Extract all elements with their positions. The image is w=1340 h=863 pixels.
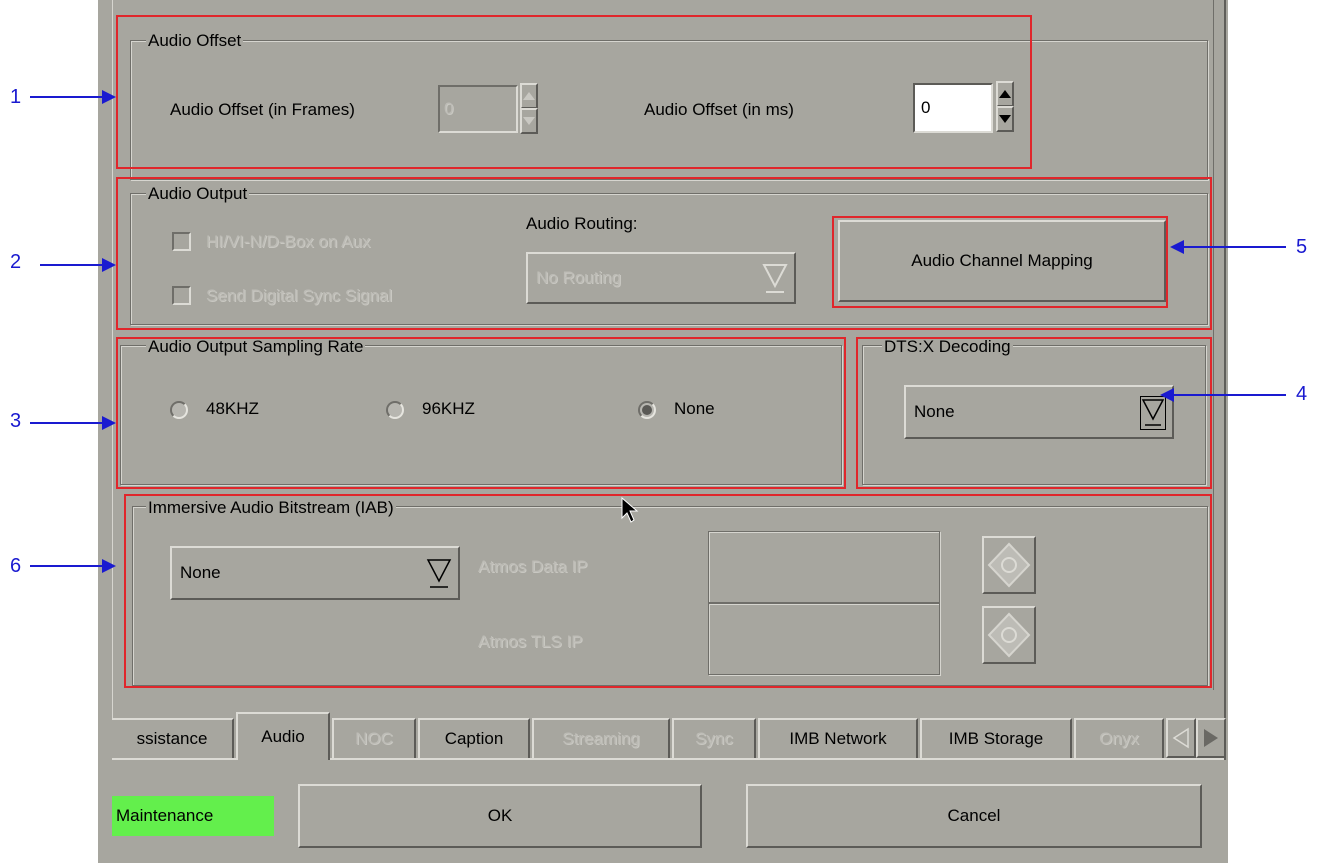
tab-scroll-left-button[interactable] [1166,718,1196,758]
tab-imb-network[interactable]: IMB Network [758,718,918,758]
tab-imb-storage[interactable]: IMB Storage [920,718,1072,758]
tab-scroll-right-button[interactable] [1196,718,1226,758]
tab-noc: NOC [332,718,416,758]
highlight-box-4 [856,337,1212,489]
arrow-right-icon [1204,729,1218,747]
callout-arrow-1 [30,96,106,98]
panel-edge [1224,0,1226,760]
arrow-left-icon [1160,388,1174,402]
arrow-right-icon [102,559,116,573]
callout-5: 5 [1296,236,1308,258]
callout-2: 2 [10,251,22,273]
ok-button[interactable]: OK [298,784,702,848]
callout-3: 3 [10,410,22,432]
arrow-left-icon [1170,240,1184,254]
callout-arrow-3 [30,422,106,424]
callout-1: 1 [10,86,22,108]
cancel-button[interactable]: Cancel [746,784,1202,848]
highlight-box-1 [116,15,1032,169]
tab-streaming: Streaming [532,718,670,758]
tab-sync: Sync [672,718,756,758]
panel-edge [1213,0,1214,690]
callout-4: 4 [1296,383,1308,405]
tab-assistance[interactable]: ssistance [112,718,234,758]
highlight-box-6 [124,494,1212,688]
arrow-right-icon [102,416,116,430]
arrow-right-icon [102,90,116,104]
maintenance-status-badge: Maintenance [112,796,274,836]
panel-edge [112,0,113,760]
callout-arrow-2 [40,264,106,266]
callout-arrow-4 [1172,394,1286,396]
arrow-right-icon [102,258,116,272]
arrow-left-icon [1172,727,1189,749]
callout-arrow-6 [30,565,106,567]
highlight-box-3 [116,337,846,489]
highlight-box-5 [832,216,1168,308]
callout-arrow-5 [1180,246,1286,248]
callout-6: 6 [10,555,22,577]
tab-onyx: Onyx [1074,718,1164,758]
tab-caption[interactable]: Caption [418,718,530,758]
tab-audio[interactable]: Audio [236,712,330,760]
